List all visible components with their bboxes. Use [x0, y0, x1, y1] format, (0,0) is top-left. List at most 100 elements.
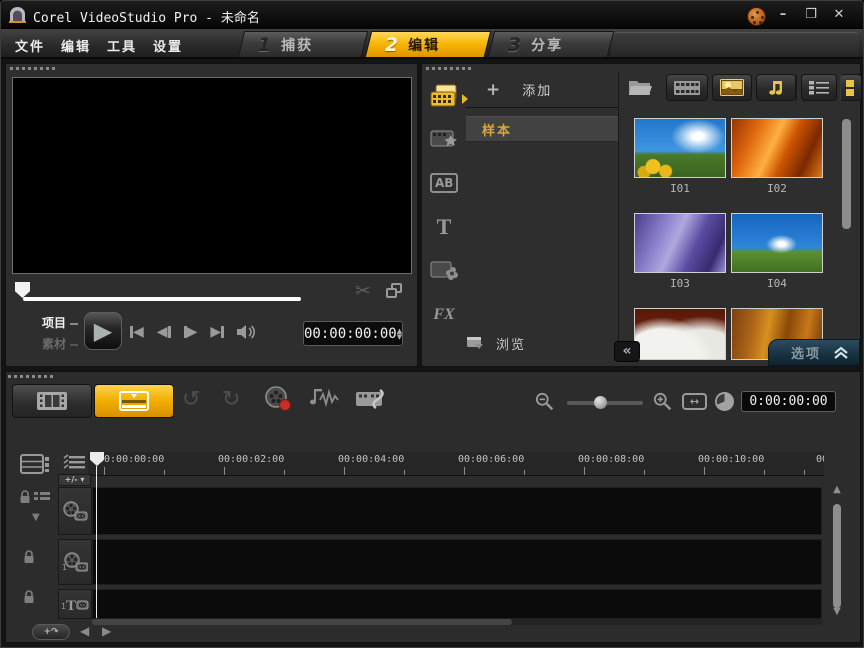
- video-track-header[interactable]: [58, 487, 92, 535]
- title-track-lane[interactable]: [92, 589, 822, 619]
- filter-category-icon[interactable]: FX: [430, 304, 458, 324]
- track-expand-arrow[interactable]: ▼: [32, 512, 40, 523]
- thumbnail-item[interactable]: I01: [634, 118, 726, 195]
- zoom-out-icon[interactable]: [534, 392, 556, 412]
- graphic-category-icon[interactable]: [430, 260, 458, 286]
- zoom-in-icon[interactable]: [652, 392, 674, 412]
- ab-transition-category-icon[interactable]: AB: [430, 172, 458, 193]
- maximize-button[interactable]: ❐: [799, 5, 823, 25]
- next-frame-button[interactable]: ▶: [184, 324, 198, 340]
- thumbnail-view-button[interactable]: [840, 74, 862, 101]
- preview-timecode-value: 00:00:00:00: [304, 326, 397, 342]
- thumbnail-image[interactable]: [731, 213, 823, 273]
- timeline-timecode[interactable]: 0:00:00:00: [741, 391, 836, 412]
- zoom-slider-thumb[interactable]: [594, 396, 607, 409]
- scroll-up-arrow[interactable]: ▲: [830, 484, 844, 495]
- menu-file[interactable]: 文件: [15, 36, 45, 55]
- panel-grip[interactable]: [426, 67, 472, 70]
- menu-settings[interactable]: 设置: [153, 36, 183, 55]
- vertical-scrollbar-thumb[interactable]: [833, 504, 841, 608]
- storyboard-view-button[interactable]: [12, 384, 92, 418]
- show-videos-button[interactable]: [666, 74, 708, 101]
- play-button[interactable]: ▶: [84, 312, 122, 350]
- panel-grip[interactable]: [10, 67, 56, 70]
- thumbnail-image[interactable]: [634, 213, 726, 273]
- close-button[interactable]: ✕: [827, 5, 851, 25]
- tab-capture-number: 1: [258, 34, 271, 56]
- horizontal-scrollbar-thumb[interactable]: [92, 619, 512, 625]
- folder-icon[interactable]: [628, 78, 652, 96]
- fit-project-button[interactable]: ↔: [682, 393, 707, 410]
- overlay-track-lock-icon[interactable]: [22, 550, 36, 564]
- enlarge-preview-icon[interactable]: [386, 283, 404, 299]
- ripple-edit-icon[interactable]: [354, 386, 386, 412]
- scroll-right-arrow[interactable]: ▶: [102, 624, 111, 638]
- mode-project-label[interactable]: 项目: [42, 316, 66, 330]
- media-category-icon[interactable]: [430, 84, 458, 112]
- trim-marker-handle[interactable]: [15, 282, 30, 298]
- options-button[interactable]: 选项: [768, 339, 860, 366]
- preview-timecode[interactable]: 00:00:00:00 ▲▼: [303, 321, 403, 346]
- timecode-spinner[interactable]: ▲▼: [397, 328, 402, 340]
- menu-edit[interactable]: 编辑: [61, 36, 91, 55]
- home-button[interactable]: ◀: [130, 324, 144, 340]
- title-category-icon[interactable]: T: [430, 214, 458, 240]
- library-panel: AB T FX + 添加 样本: [421, 63, 861, 367]
- title-track-header[interactable]: 1 T: [58, 589, 92, 619]
- title-track-lock-icon[interactable]: [22, 590, 36, 604]
- show-all-tracks-toggle[interactable]: +/- ▾: [58, 474, 91, 486]
- volume-icon[interactable]: [237, 324, 257, 340]
- track-manager-icon[interactable]: [20, 454, 50, 474]
- preview-panel: ✂ 项目 素材 ▶ ◀ ◀ ▶ ▶ 00:00:00:00 ▲▼: [5, 63, 418, 367]
- scroll-down-arrow[interactable]: ▼: [830, 606, 844, 617]
- overlay-track-header[interactable]: 1: [58, 539, 92, 585]
- minimize-button[interactable]: –: [771, 5, 795, 25]
- collapse-library-button[interactable]: «: [614, 341, 640, 362]
- horizontal-scrollbar[interactable]: [92, 619, 822, 625]
- menu-tools[interactable]: 工具: [107, 36, 137, 55]
- library-folder-sample[interactable]: 样本: [466, 116, 618, 142]
- swap-track-button[interactable]: +↷: [32, 624, 70, 640]
- tab-edit[interactable]: 2 编辑: [365, 31, 491, 57]
- timeline-ruler[interactable]: 00:00:00:00 00:00:02:00 00:00:04:00 00:0…: [88, 452, 824, 476]
- redo-button[interactable]: ↻: [222, 388, 240, 412]
- sound-mixer-icon[interactable]: [308, 386, 342, 412]
- svg-text:T: T: [66, 598, 76, 612]
- trim-bar[interactable]: [23, 297, 301, 301]
- scroll-left-arrow[interactable]: ◀: [80, 624, 89, 638]
- overlay-track-lane[interactable]: [92, 539, 822, 585]
- end-button[interactable]: ▶: [210, 324, 224, 340]
- browse-button[interactable]: 浏览: [466, 328, 618, 358]
- tab-share[interactable]: 3 分享: [488, 31, 614, 57]
- transition-category-icon[interactable]: [430, 128, 458, 154]
- thumbnail-item[interactable]: I04: [731, 213, 823, 290]
- thumbnail-image[interactable]: [731, 118, 823, 178]
- video-track-lane[interactable]: [92, 487, 822, 535]
- thumbnail-item[interactable]: I02: [731, 118, 823, 195]
- project-duration-icon[interactable]: [714, 391, 735, 412]
- add-folder-button[interactable]: + 添加: [466, 72, 618, 108]
- reel-badge-icon[interactable]: [747, 7, 766, 26]
- split-clip-icon[interactable]: ✂: [355, 280, 371, 302]
- tab-shelf: [611, 32, 859, 57]
- app-icon: [9, 7, 26, 23]
- thumbnail-image[interactable]: [634, 118, 726, 178]
- mode-clip-label[interactable]: 素材: [42, 337, 66, 351]
- timeline-view-button[interactable]: [94, 384, 174, 418]
- show-photos-button[interactable]: [712, 74, 752, 101]
- library-scrollbar[interactable]: [842, 119, 851, 229]
- show-audio-button[interactable]: [756, 74, 796, 101]
- undo-button[interactable]: ↺: [182, 388, 200, 412]
- previous-frame-button[interactable]: ◀: [157, 324, 171, 340]
- thumbnail-item[interactable]: I03: [634, 213, 726, 290]
- video-preview[interactable]: [12, 77, 412, 274]
- track-list-icon[interactable]: [62, 454, 86, 472]
- list-view-button[interactable]: [801, 74, 837, 101]
- timeline-zoom-slider[interactable]: [567, 401, 643, 405]
- thumbnail-image[interactable]: [634, 308, 726, 360]
- record-capture-icon[interactable]: [264, 386, 292, 412]
- video-track-lock-icon[interactable]: [18, 490, 52, 504]
- thumbnail-item[interactable]: [634, 308, 726, 360]
- tab-capture[interactable]: 1 捕获: [238, 31, 368, 57]
- panel-grip[interactable]: [8, 375, 54, 378]
